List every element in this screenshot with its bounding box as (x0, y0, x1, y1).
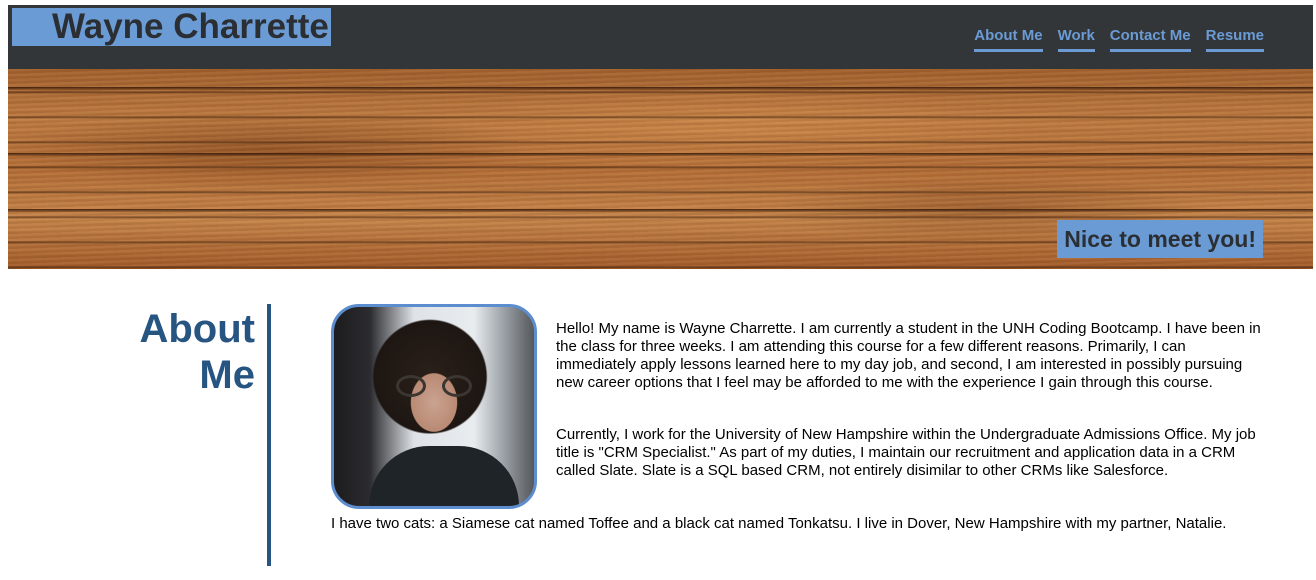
nav-link-work[interactable]: Work (1057, 27, 1095, 52)
profile-photo-shirt (369, 446, 519, 506)
about-paragraph-intro: Hello! My name is Wayne Charrette. I am … (556, 320, 1261, 391)
wood-plank-seam (8, 87, 1313, 90)
glasses-lens-left (396, 375, 426, 397)
wood-plank-seam (8, 209, 1313, 212)
site-header: Wayne Charrette About Me Work Contact Me… (8, 5, 1313, 69)
about-heading-line1: About (139, 307, 255, 351)
hero-banner: Nice to meet you! (8, 69, 1313, 269)
glasses-lens-right (442, 375, 472, 397)
site-name: Wayne Charrette (12, 8, 331, 46)
about-paragraph-job: Currently, I work for the University of … (556, 426, 1256, 479)
main-nav: About Me Work Contact Me Resume (974, 27, 1264, 52)
nav-link-about-me[interactable]: About Me (974, 27, 1043, 52)
about-me-heading: About Me (130, 306, 255, 398)
profile-photo (331, 304, 537, 509)
profile-photo-glasses (396, 375, 472, 397)
nav-link-resume[interactable]: Resume (1205, 27, 1264, 52)
section-divider (267, 304, 271, 566)
about-paragraph-personal: I have two cats: a Siamese cat named Tof… (331, 515, 1227, 532)
about-heading-line2: Me (199, 353, 255, 397)
nav-link-contact-me[interactable]: Contact Me (1109, 27, 1191, 52)
hero-tagline: Nice to meet you! (1057, 220, 1263, 258)
wood-plank-seam (8, 153, 1313, 156)
